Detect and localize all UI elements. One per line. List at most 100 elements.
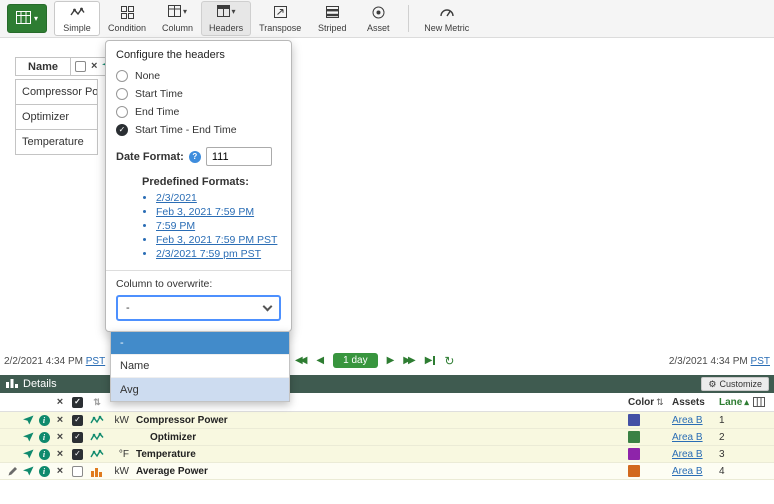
column-header-lane[interactable]: Lane▴ (716, 397, 748, 408)
duration-button[interactable]: 1 day (333, 353, 377, 368)
asset-link[interactable]: Area B (672, 415, 703, 426)
asset-link[interactable]: Area B (672, 432, 703, 443)
color-swatch[interactable] (628, 414, 640, 426)
app-root: ▾ Simple Condition ▾ Column ▾ Headers (0, 0, 774, 504)
column-overwrite-select[interactable]: - (116, 295, 281, 321)
radio-icon (116, 88, 128, 100)
item-name[interactable]: Average Power (131, 466, 628, 477)
format-link[interactable]: 2/3/2021 (156, 192, 197, 204)
radio-none[interactable]: None (116, 70, 281, 82)
date-format-input[interactable] (206, 147, 272, 166)
toolbar-button-asset[interactable]: Asset (355, 1, 401, 36)
column-header-color[interactable]: Color⇅ (628, 397, 672, 408)
help-icon[interactable]: ? (189, 151, 201, 163)
table-view-button[interactable]: ▾ (7, 4, 47, 33)
details-title: Details (23, 378, 57, 390)
column-overwrite-label: Column to overwrite: (116, 278, 281, 290)
format-link[interactable]: 7:59 PM (156, 220, 195, 232)
color-cell (628, 448, 672, 460)
toolbar-button-new-metric[interactable]: New Metric (416, 1, 477, 36)
details-chart-icon (6, 378, 18, 391)
pan-forward-button[interactable]: ▶ (387, 356, 395, 366)
column-table-icon (168, 5, 181, 20)
dropdown-option-avg[interactable]: Avg (111, 378, 289, 401)
popup-title: Configure the headers (116, 49, 281, 61)
details-table: × ✓ ⇅ Color⇅ Assets Lane▴ i × ✓ kW Compr… (0, 393, 774, 480)
pan-back-fast-button[interactable]: ◀◀ (295, 356, 307, 366)
radio-start-time[interactable]: Start Time (116, 88, 281, 100)
row-checkbox[interactable]: ✓ (68, 449, 87, 460)
remove-icon[interactable]: × (52, 449, 68, 460)
remove-icon[interactable]: × (52, 466, 68, 477)
dropdown-option-dash[interactable]: - (111, 332, 289, 355)
refresh-icon[interactable]: ↻ (444, 355, 454, 367)
info-icon[interactable]: i (36, 432, 52, 443)
item-name[interactable]: Compressor Power (131, 415, 628, 426)
date-format-label: Date Format: (116, 151, 184, 163)
info-icon[interactable]: i (36, 415, 52, 426)
timezone-link[interactable]: PST (86, 356, 105, 367)
info-icon[interactable]: i (36, 466, 52, 477)
edit-icon[interactable] (4, 466, 20, 477)
row-checkbox[interactable]: ✓ (68, 432, 87, 443)
toolbar-button-condition[interactable]: Condition (100, 1, 154, 36)
toolbar-label-headers: Headers (209, 23, 243, 33)
asset-link[interactable]: Area B (672, 466, 703, 477)
toolbar-button-striped[interactable]: Striped (309, 1, 355, 36)
radio-icon (116, 70, 128, 82)
range-start-text: 2/2/2021 4:34 PM (4, 356, 83, 367)
timezone-link[interactable]: PST (751, 356, 770, 367)
pan-back-button[interactable]: ◀ (316, 356, 324, 366)
send-icon[interactable] (20, 466, 36, 476)
step-to-end-button[interactable]: ▶ (425, 356, 436, 366)
details-row-compressor-power: i × ✓ kW Compressor Power Area B 1 (0, 412, 774, 429)
radio-start-end-time[interactable]: ✓ Start Time - End Time (116, 124, 281, 136)
format-link[interactable]: Feb 3, 2021 7:59 PM PST (156, 234, 277, 246)
remove-icon[interactable]: × (52, 432, 68, 443)
toolbar-button-transpose[interactable]: Transpose (251, 1, 309, 36)
format-link[interactable]: 2/3/2021 7:59 pm PST (156, 248, 261, 260)
item-name[interactable]: Temperature (131, 449, 628, 460)
pan-forward-fast-button[interactable]: ▶▶ (403, 356, 415, 366)
toolbar-label-simple: Simple (63, 23, 91, 33)
toolbar-label-transpose: Transpose (259, 23, 301, 33)
format-link[interactable]: Feb 3, 2021 7:59 PM (156, 206, 254, 218)
lane-value: 2 (716, 432, 748, 443)
info-icon[interactable]: i (36, 449, 52, 460)
select-all-checkbox[interactable]: ✓ (68, 397, 87, 408)
color-swatch[interactable] (628, 465, 640, 477)
color-swatch[interactable] (628, 448, 640, 460)
toolbar-button-headers[interactable]: ▾ Headers (201, 1, 251, 36)
remove-all-icon[interactable]: × (52, 397, 68, 408)
radio-label: None (135, 70, 160, 82)
preview-row: Compressor Power (15, 79, 98, 105)
toolbar-button-column[interactable]: ▾ Column (154, 1, 201, 36)
item-name[interactable]: Optimizer (131, 432, 628, 443)
unit-label: °F (107, 449, 131, 460)
color-swatch[interactable] (628, 431, 640, 443)
radio-end-time[interactable]: End Time (116, 106, 281, 118)
remove-icon[interactable]: × (52, 415, 68, 426)
customize-button[interactable]: ⚙ Customize (701, 377, 769, 391)
toolbar-button-simple[interactable]: Simple (54, 1, 100, 36)
asset-link[interactable]: Area B (672, 449, 703, 460)
row-checkbox[interactable]: ✓ (68, 415, 87, 426)
dropdown-option-name[interactable]: Name (111, 355, 289, 378)
toolbar: ▾ Simple Condition ▾ Column ▾ Headers (0, 0, 774, 38)
row-checkbox[interactable] (68, 466, 87, 477)
send-icon[interactable] (20, 432, 36, 442)
chevron-down-icon (263, 302, 273, 312)
send-icon[interactable] (20, 449, 36, 459)
preview-checkbox[interactable]: ✓ (75, 61, 86, 72)
column-overwrite-dropdown: - Name Avg (110, 331, 290, 402)
sort-icon[interactable]: ⇅ (87, 397, 107, 408)
column-chooser-icon[interactable] (748, 397, 770, 407)
predefined-formats: Predefined Formats: 2/3/2021 Feb 3, 2021… (142, 176, 281, 260)
column-header-assets[interactable]: Assets (672, 397, 716, 408)
color-cell (628, 465, 672, 477)
condition-grid-icon (121, 5, 134, 19)
remove-column-icon[interactable]: × (91, 61, 97, 72)
details-row-average-power: i × kW Average Power Area B 4 (0, 463, 774, 480)
toolbar-label-condition: Condition (108, 23, 146, 33)
send-icon[interactable] (20, 415, 36, 425)
